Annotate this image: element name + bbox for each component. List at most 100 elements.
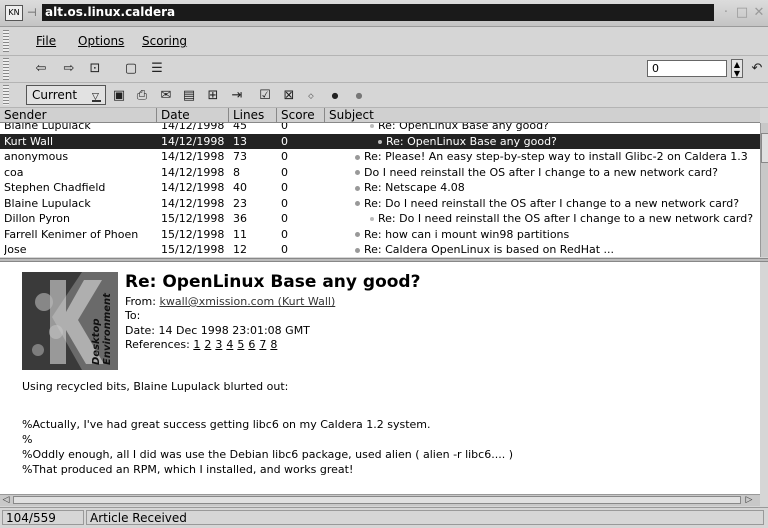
cell-date: 15/12/1998 <box>161 243 225 256</box>
reference-link[interactable]: 7 <box>259 338 266 351</box>
table-row[interactable]: Jose 15/12/1998 12 0 Re: Caldera OpenLinux i… <box>0 242 760 257</box>
table-row[interactable]: Kurt Wall 14/12/1998 13 0 Re: OpenLinux Base… <box>0 133 760 149</box>
from-link[interactable]: kwall@xmission.com (Kurt Wall) <box>159 295 335 308</box>
subject-text: Re: Do I need reinstall the OS after I c… <box>364 196 740 210</box>
pin-icon[interactable]: ⊣ <box>27 6 39 19</box>
close-icon[interactable]: ✕ <box>751 5 767 21</box>
next-icon[interactable]: ⇥ <box>228 87 246 105</box>
scroll-right-icon[interactable]: ▷ <box>743 495 755 505</box>
menu-options[interactable]: Options <box>78 34 124 48</box>
reference-link[interactable]: 6 <box>248 338 255 351</box>
table-row[interactable]: Farrell Kenimer of Phoen 15/12/1998 11 0 Re:… <box>0 227 760 242</box>
menu-file[interactable]: File <box>36 34 56 48</box>
forward-arrow-icon[interactable]: ⇨ <box>60 60 78 78</box>
menubar-grip[interactable] <box>3 30 9 52</box>
reference-link[interactable]: 3 <box>215 338 222 351</box>
cell-lines: 12 <box>233 243 247 256</box>
column-score[interactable]: Score <box>277 108 325 123</box>
mark-read-icon[interactable]: ☑ <box>256 87 274 105</box>
cell-date: 14/12/1998 <box>161 196 225 210</box>
score-filter-input[interactable]: 0 <box>647 60 727 77</box>
mark-icon[interactable]: ● <box>326 87 344 105</box>
cell-lines: 36 <box>233 212 247 225</box>
score-spinner[interactable]: ▲ ▼ <box>731 59 743 78</box>
thread-bullet-icon <box>355 232 360 237</box>
date-value: 14 Dec 1998 23:01:08 GMT <box>158 324 310 337</box>
thread-bullet-icon <box>355 201 360 206</box>
subject-text: Re: Caldera OpenLinux is based on RedHat… <box>364 243 615 256</box>
cell-score: 0 <box>281 123 288 132</box>
rot13-icon[interactable]: ◇ <box>302 87 320 105</box>
kde-logo: Desktop Environment <box>22 272 118 370</box>
subject-text: Re: OpenLinux Base any good? <box>386 134 557 148</box>
toolbar-grip[interactable] <box>3 58 9 80</box>
article-subject: Re: OpenLinux Base any good? <box>125 272 421 292</box>
table-row[interactable]: anonymous 14/12/1998 73 0 Re: Please! An eas… <box>0 149 760 164</box>
cell-date: 14/12/1998 <box>161 165 225 179</box>
toolbar2-grip[interactable] <box>3 85 9 105</box>
from-label: From: <box>125 295 156 308</box>
references-label: References: <box>125 338 190 351</box>
article-body-line: %Actually, I've had great success gettin… <box>22 418 431 431</box>
subject-text: Re: Do I need reinstall the OS after I c… <box>378 212 754 225</box>
article-body-line: %That produced an RPM, which I installed… <box>22 463 354 476</box>
table-row[interactable]: Dillon Pyron 15/12/1998 36 0 Re: Do I need r… <box>0 211 760 226</box>
cell-score: 0 <box>281 181 288 194</box>
horizontal-scroll-thumb[interactable] <box>13 496 741 504</box>
date-header: Date: 14 Dec 1998 23:01:08 GMT <box>125 324 310 337</box>
cell-sender: Blaine Lupulack <box>4 196 91 210</box>
maximize-icon[interactable]: □ <box>734 5 750 21</box>
cell-lines: 40 <box>233 181 247 194</box>
new-document-icon[interactable]: ▢ <box>122 60 140 78</box>
cell-subject: Re: Do I need reinstall the OS after I c… <box>355 196 760 211</box>
article-icon[interactable]: ▤ <box>180 87 198 105</box>
table-row[interactable]: coa 14/12/1998 8 0 Do I need reinstall the O… <box>0 165 760 180</box>
to-label: To: <box>125 309 141 322</box>
article-list-scroll-thumb[interactable] <box>761 133 768 163</box>
minimize-icon[interactable]: · <box>718 5 734 21</box>
thread-bullet-icon <box>355 154 360 160</box>
subject-text: Re: how can i mount win98 partitions <box>364 227 570 241</box>
reference-link[interactable]: 4 <box>226 338 233 351</box>
back-arrow-icon[interactable]: ⇦ <box>32 60 50 78</box>
view-selector-label: Current <box>32 88 78 102</box>
table-row[interactable]: Blaine Lupulack 14/12/1998 23 0 Re: Do I nee… <box>0 196 760 211</box>
cell-date: 15/12/1998 <box>161 227 225 241</box>
print-icon[interactable]: ⎙ <box>133 87 151 105</box>
article-list-header: Sender Date Lines Score Subject <box>0 108 760 123</box>
post-article-icon[interactable]: ☰ <box>148 60 166 78</box>
save-icon[interactable]: ▣ <box>110 87 128 105</box>
cell-sender: anonymous <box>4 150 69 163</box>
column-date[interactable]: Date <box>157 108 229 123</box>
logo-word-2: Environment <box>102 293 113 365</box>
date-label: Date: <box>125 324 155 337</box>
unmark-icon[interactable]: ● <box>350 87 368 105</box>
references-header: References: 12345678 <box>125 338 281 351</box>
mail-icon[interactable]: ✉ <box>157 87 175 105</box>
cell-subject: Re: Netscape 4.08 <box>355 180 760 195</box>
cell-lines: 13 <box>233 134 247 148</box>
column-subject[interactable]: Subject <box>325 108 760 123</box>
thread-icon[interactable]: ⊞ <box>204 87 222 105</box>
menu-scoring[interactable]: Scoring <box>142 34 187 48</box>
view-selector-dropdown[interactable]: Current ▽ <box>26 85 106 105</box>
table-row[interactable]: Stephen Chadfield 14/12/1998 40 0 Re: Netsca… <box>0 180 760 195</box>
scroll-left-icon[interactable]: ◁ <box>0 495 12 505</box>
cell-lines: 11 <box>233 227 247 241</box>
table-row[interactable]: Blaine Lupulack 14/12/1998 45 0 Re: OpenLinu… <box>0 123 760 133</box>
column-sender[interactable]: Sender <box>0 108 157 123</box>
reference-link[interactable]: 2 <box>204 338 211 351</box>
lock-icon[interactable]: ⊠ <box>280 87 298 105</box>
find-icon[interactable]: ⊡ <box>86 60 104 78</box>
article-list-scrollbar[interactable] <box>760 123 768 257</box>
article-horizontal-scrollbar[interactable]: ◁ ▷ <box>0 494 760 506</box>
undo-icon[interactable]: ↶ <box>748 60 766 78</box>
reference-link[interactable]: 8 <box>270 338 277 351</box>
cell-lines: 23 <box>233 196 247 210</box>
reference-link[interactable]: 5 <box>237 338 244 351</box>
column-lines[interactable]: Lines <box>229 108 277 123</box>
article-body-line: %Oddly enough, all I did was use the Deb… <box>22 448 513 461</box>
app-icon[interactable]: KN <box>5 5 23 21</box>
reference-link[interactable]: 1 <box>193 338 200 351</box>
cell-subject: Re: Please! An easy step-by-step way to … <box>355 149 760 164</box>
